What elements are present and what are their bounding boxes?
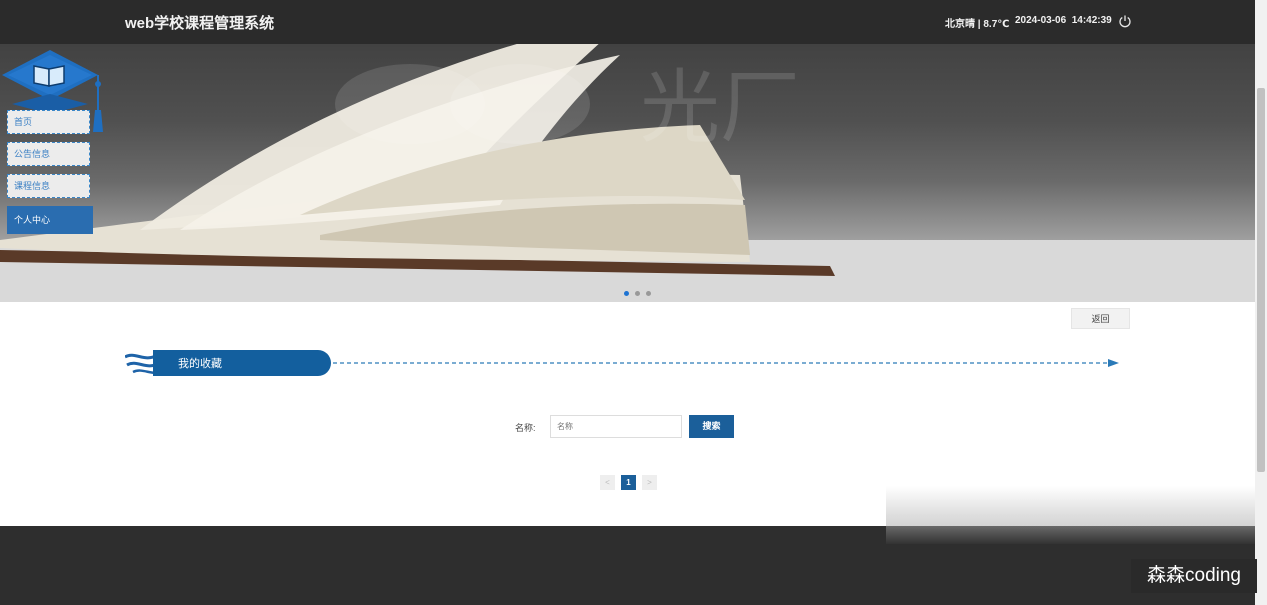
weather-info: 北京晴 | 8.7℃ — [945, 19, 1010, 30]
nav-item-home[interactable]: 首页 — [7, 110, 90, 134]
carousel-dot[interactable] — [624, 291, 629, 296]
name-label: 名称: — [515, 423, 536, 433]
power-icon[interactable] — [1118, 14, 1132, 28]
date-text: 2024-03-06 — [1015, 15, 1067, 26]
time-text: 14:42:39 — [1071, 15, 1112, 26]
watermark-label: 森森coding — [1131, 559, 1257, 593]
section-header-banner — [125, 350, 1119, 376]
book-icon — [33, 65, 65, 87]
search-button[interactable]: 搜索 — [689, 415, 734, 438]
page-scrollbar[interactable] — [1255, 0, 1267, 605]
page-button-current[interactable]: 1 — [621, 475, 636, 490]
next-page-button[interactable]: > — [642, 475, 657, 490]
nav-item-courses[interactable]: 课程信息 — [7, 174, 90, 198]
carousel-dot[interactable] — [646, 291, 651, 296]
book-image: 光厂 — [0, 15, 1255, 302]
section-title: 我的收藏 — [178, 358, 222, 370]
carousel-dot[interactable] — [635, 291, 640, 296]
nav-item-personal-center[interactable]: 个人中心 — [7, 206, 93, 234]
top-header: web学校课程管理系统 北京晴 | 8.7℃ 2024-03-06 14:42:… — [0, 0, 1255, 44]
site-title: web学校课程管理系统 — [125, 15, 275, 32]
scrollbar-thumb[interactable] — [1257, 88, 1265, 472]
back-button[interactable]: 返回 — [1071, 308, 1130, 329]
name-search-input[interactable] — [550, 415, 682, 438]
banner-watermark: 光厂 — [640, 61, 800, 154]
carousel-dots[interactable] — [624, 291, 651, 296]
pagination: < 1 > — [600, 475, 657, 490]
banner-carousel: 光厂 — [0, 0, 1255, 302]
datetime: 2024-03-06 14:42:39 — [1015, 15, 1112, 26]
prev-page-button[interactable]: < — [600, 475, 615, 490]
nav-item-announcements[interactable]: 公告信息 — [7, 142, 90, 166]
side-nav: 首页 公告信息 课程信息 个人中心 — [7, 110, 93, 242]
blur-overlay — [886, 486, 1255, 544]
